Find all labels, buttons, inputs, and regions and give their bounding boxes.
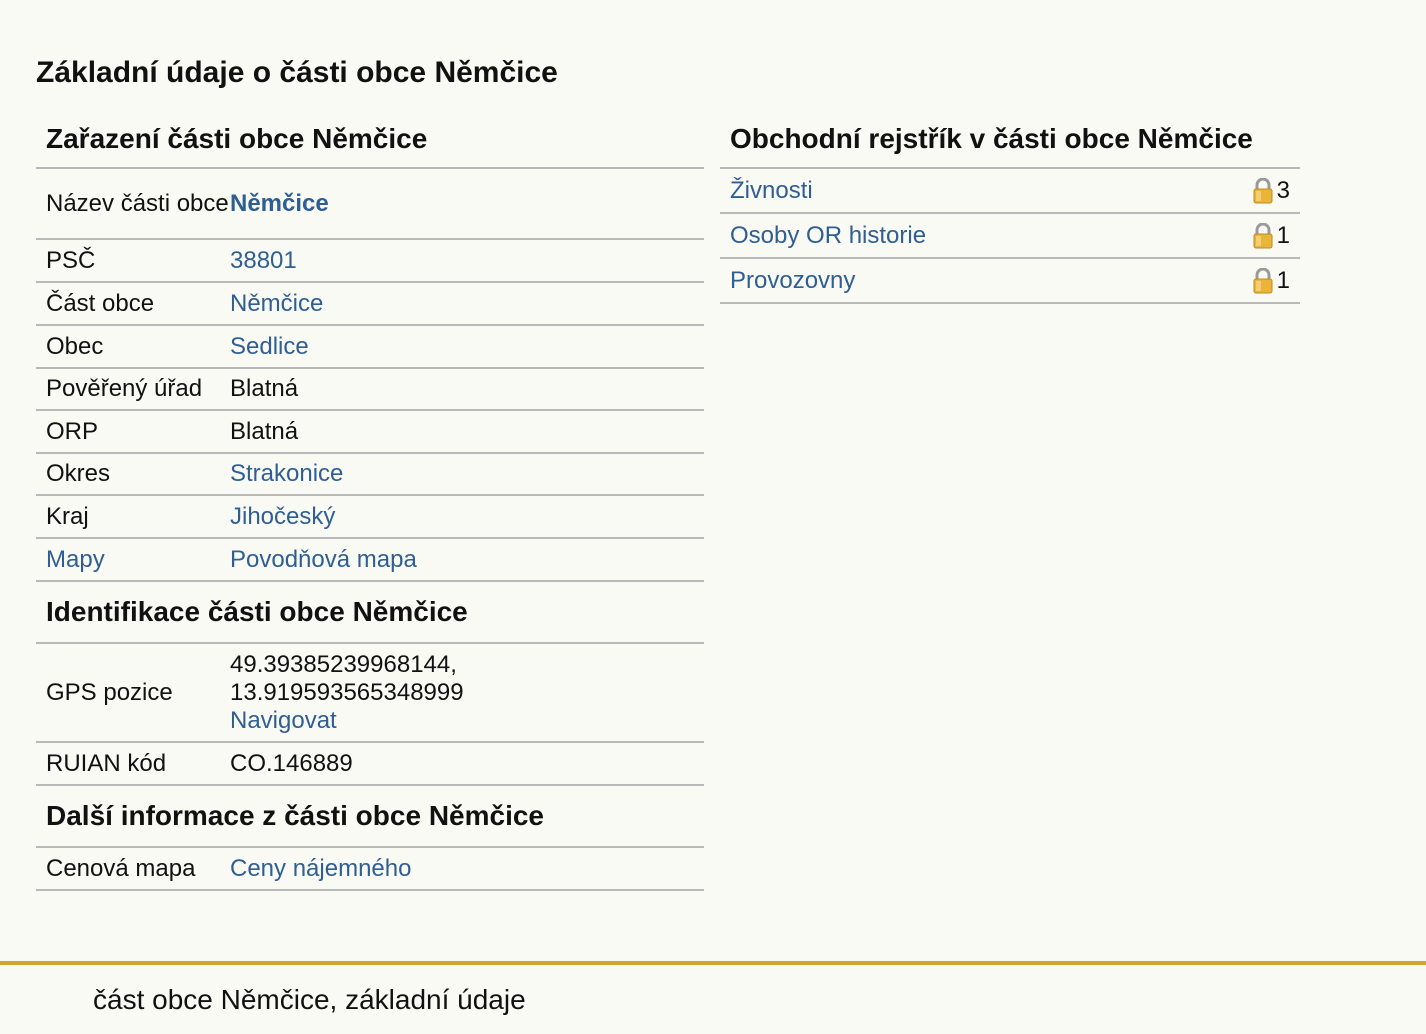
orp-value: Blatná [230,417,299,445]
provozovny-link[interactable]: Provozovny [730,267,1252,295]
lock-icon [1252,222,1274,249]
osoby-or-historie-link[interactable]: Osoby OR historie [730,222,1252,250]
kraj-link[interactable]: Jihočeský [230,503,335,530]
row-label-kraj: Kraj [46,502,89,530]
table-row: Název části obce Němčice [36,169,704,240]
list-item: Živnosti 3 [720,169,1300,214]
table-row: Pověřený úřad Blatná [36,369,704,411]
table-row: PSČ 38801 [36,240,704,283]
row-label-cenova-mapa: Cenová mapa [46,854,196,882]
obchodni-rejstrik-panel: Obchodní rejstřík v části obce Němčice Ž… [720,110,1300,304]
table-row: Část obce Němčice [36,283,704,326]
list-item: Osoby OR historie 1 [720,214,1300,259]
cast-obce-link[interactable]: Němčice [230,290,323,317]
table-row: Kraj Jihočeský [36,496,704,539]
obchodni-heading: Obchodní rejstřík v části obce Němčice [720,110,1300,169]
row-label-ruian: RUIAN kód [46,749,167,777]
zarazeni-heading: Zařazení části obce Němčice [36,110,704,169]
table-row: Cenová mapa Ceny nájemného [36,848,704,891]
okres-link[interactable]: Strakonice [230,460,343,487]
footer-divider [0,961,1426,965]
obec-link[interactable]: Sedlice [230,333,309,360]
list-item: Provozovny 1 [720,259,1300,304]
row-label-nazev: Název části obce [46,189,229,217]
ceny-najemneho-link[interactable]: Ceny nájemného [230,855,411,882]
count-group: 1 [1252,267,1290,295]
row-label-psc: PSČ [46,246,96,274]
count-group: 1 [1252,222,1290,250]
dalsi-heading: Další informace z části obce Němčice [36,786,704,848]
osoby-or-count: 1 [1276,221,1290,249]
lock-icon [1252,267,1274,294]
count-group: 3 [1252,177,1290,205]
zivnosti-link[interactable]: Živnosti [730,177,1252,205]
mapy-link[interactable]: Mapy [46,546,105,573]
row-label-obec: Obec [46,332,104,360]
row-label-orp: ORP [46,417,99,445]
identifikace-heading: Identifikace části obce Němčice [36,582,704,644]
ruian-value: CO.146889 [230,749,353,777]
table-row: Obec Sedlice [36,326,704,369]
row-label-okres: Okres [46,460,111,487]
zarazeni-panel: Zařazení části obce Němčice Název části … [36,110,704,891]
provozovny-count: 1 [1276,266,1290,294]
row-label-gps: GPS pozice [46,678,173,706]
table-row: RUIAN kód CO.146889 [36,743,704,786]
page-title: Základní údaje o části obce Němčice [36,56,558,89]
gps-latitude: 49.39385239968144, [230,650,457,678]
table-row: GPS pozice 49.39385239968144, 13.9195935… [36,644,704,743]
zivnosti-count: 3 [1276,176,1290,204]
lock-icon [1252,177,1274,204]
table-row: Okres Strakonice [36,454,704,496]
row-label-povereny-urad: Pověřený úřad [46,375,203,402]
row-label-cast-obce: Část obce [46,289,155,317]
povereny-urad-value: Blatná [230,375,299,402]
psc-link[interactable]: 38801 [230,247,297,274]
povodnova-mapa-link[interactable]: Povodňová mapa [230,546,417,573]
navigovat-link[interactable]: Navigovat [230,707,337,734]
nazev-casti-link[interactable]: Němčice [230,190,329,217]
table-row: Mapy Povodňová mapa [36,539,704,582]
gps-longitude: 13.919593565348999 [230,678,464,706]
table-row: ORP Blatná [36,411,704,454]
footer-text: část obce Němčice, základní údaje [93,984,526,1015]
